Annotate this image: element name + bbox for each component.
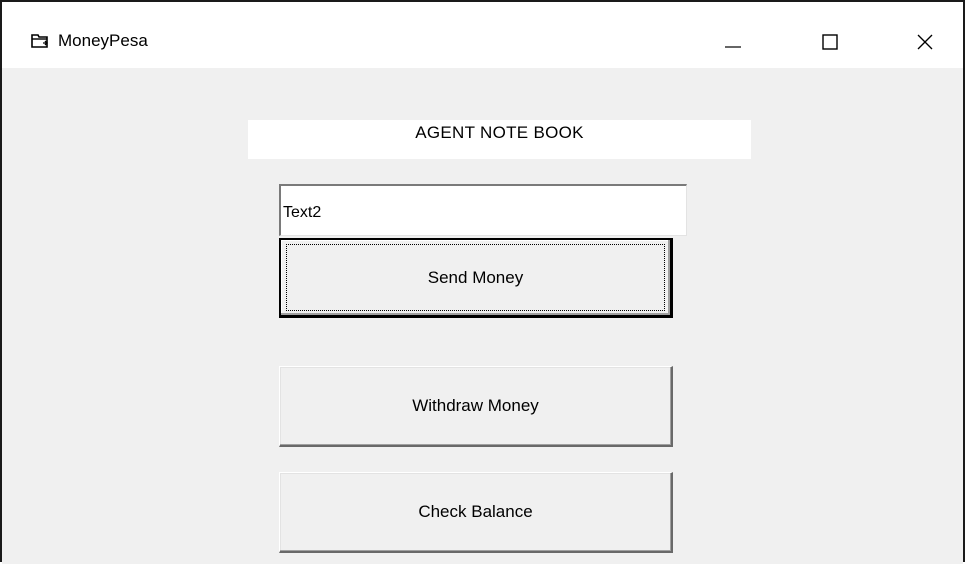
minimize-icon — [723, 32, 743, 52]
withdraw-money-label: Withdraw Money — [412, 396, 539, 415]
check-balance-label: Check Balance — [418, 502, 533, 521]
send-money-button[interactable]: Send Money — [279, 238, 673, 318]
agent-notebook-heading: AGENT NOTE BOOK — [248, 120, 751, 159]
app-window-icon[interactable] — [30, 32, 50, 50]
check-balance-button[interactable]: Check Balance — [279, 472, 673, 553]
form-client-area: AGENT NOTE BOOK Send Money Withdraw Mone… — [2, 68, 963, 564]
minimize-button[interactable] — [710, 22, 756, 62]
send-money-label: Send Money — [427, 267, 524, 287]
close-button[interactable] — [902, 22, 948, 62]
app-window: MoneyPesa AGENT NOTE BOOK Send Money Wit… — [0, 0, 965, 564]
title-bar[interactable]: MoneyPesa — [2, 2, 963, 68]
maximize-icon — [820, 32, 840, 52]
withdraw-money-button[interactable]: Withdraw Money — [279, 366, 673, 447]
close-icon — [915, 32, 935, 52]
maximize-button[interactable] — [807, 22, 853, 62]
window-title: MoneyPesa — [58, 31, 148, 50]
text2-input[interactable] — [279, 184, 687, 236]
